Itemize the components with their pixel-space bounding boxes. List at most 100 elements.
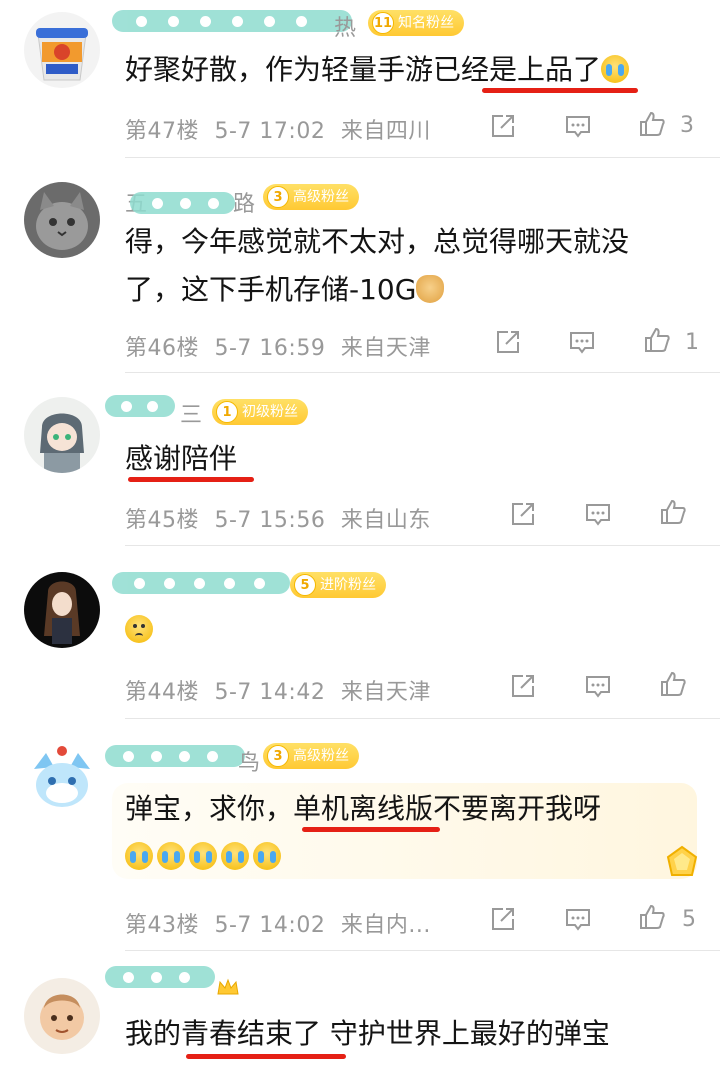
fan-badge[interactable]: 3 高级粉丝 (263, 743, 359, 769)
fan-badge[interactable]: 1 初级粉丝 (212, 399, 308, 425)
comment-meta: 第43楼 5-7 14:02 来自内... (125, 907, 431, 939)
fan-level: 3 (267, 186, 289, 208)
comment-location: 来自天津 (340, 336, 431, 361)
crying-emoji (189, 842, 217, 870)
doge-emoji (416, 275, 445, 303)
fan-level: 11 (372, 12, 394, 34)
red-underline (482, 88, 638, 93)
divider (125, 157, 720, 158)
comment-text: 感谢陪伴 (125, 442, 238, 475)
noodle-cup-avatar-icon (24, 12, 100, 88)
floor-number: 第45楼 (125, 508, 199, 533)
reply-icon[interactable] (564, 112, 592, 140)
reply-icon[interactable] (584, 672, 612, 700)
fan-badge[interactable]: 3 高级粉丝 (263, 184, 359, 210)
reply-icon[interactable] (568, 328, 596, 356)
share-icon[interactable] (489, 112, 517, 140)
share-icon[interactable] (509, 672, 537, 700)
avatar[interactable] (24, 397, 100, 473)
comment-date: 5-7 14:02 (214, 913, 326, 938)
dark-avatar-icon (24, 572, 100, 648)
cat-avatar-icon (24, 182, 100, 258)
fan-badge-label: 知名粉丝 (398, 15, 454, 31)
comment-meta: 第46楼 5-7 16:59 来自天津 (125, 330, 431, 362)
username[interactable] (105, 745, 245, 767)
comment-meta: 第45楼 5-7 15:56 来自山东 (125, 502, 431, 534)
divider (125, 372, 720, 373)
username-tail: 路 (233, 192, 256, 217)
comment-date: 5-7 15:56 (214, 508, 326, 533)
avatar[interactable] (24, 182, 100, 258)
floor-number: 第46楼 (125, 336, 199, 361)
fox-avatar-icon (24, 743, 100, 819)
comment-42: 我的青春结束了 守护世界上最好的弹宝 (0, 960, 720, 1076)
comment-date: 5-7 14:42 (214, 680, 326, 705)
fan-badge[interactable]: 11 知名粉丝 (368, 10, 464, 36)
like-count: 3 (680, 113, 694, 138)
crying-emoji (125, 842, 153, 870)
share-icon[interactable] (489, 905, 517, 933)
gem-icon (666, 845, 698, 876)
reply-icon[interactable] (584, 500, 612, 528)
crying-emoji (253, 842, 281, 870)
like-icon[interactable] (643, 326, 671, 354)
comment-46: 五 路 3 高级粉丝 得，今年感觉就不太对，总觉得哪天就没 了，这下手机存储-1… (0, 170, 720, 373)
crown-icon (217, 978, 239, 995)
fan-badge-label: 高级粉丝 (293, 189, 349, 205)
username[interactable] (130, 192, 235, 214)
username-tail: 热 (334, 16, 357, 41)
comment-text: 好聚好散，作为轻量手游已经是上品了 (125, 46, 633, 94)
anime-avatar-icon (24, 397, 100, 473)
baby-avatar-icon (24, 978, 100, 1054)
like-icon[interactable] (659, 670, 687, 698)
divider (125, 545, 720, 546)
comment-date: 5-7 17:02 (214, 119, 326, 144)
fan-badge-label: 初级粉丝 (242, 404, 298, 420)
comment-text: 我的青春结束了 守护世界上最好的弹宝 (125, 1017, 610, 1050)
comment-text: 得，今年感觉就不太对，总觉得哪天就没 了，这下手机存储-10G (125, 225, 630, 306)
worried-emoji (125, 615, 153, 643)
fan-level: 1 (216, 401, 238, 423)
crying-emoji (601, 55, 630, 83)
avatar[interactable] (24, 12, 100, 88)
divider (125, 718, 720, 719)
avatar[interactable] (24, 572, 100, 648)
red-underline (302, 827, 440, 832)
share-icon[interactable] (509, 500, 537, 528)
fan-badge[interactable]: 5 进阶粉丝 (290, 572, 386, 598)
like-icon[interactable] (659, 498, 687, 526)
fan-level: 3 (267, 745, 289, 767)
username[interactable] (112, 10, 352, 32)
reply-icon[interactable] (564, 905, 592, 933)
red-underline (128, 477, 254, 482)
comment-date: 5-7 16:59 (214, 336, 326, 361)
username-tail: 三 (180, 403, 203, 428)
comment-location: 来自四川 (340, 119, 431, 144)
floor-number: 第47楼 (125, 119, 199, 144)
like-icon[interactable] (638, 110, 666, 138)
avatar[interactable] (24, 978, 100, 1054)
username-tail: 鸟 (238, 751, 261, 776)
username[interactable] (105, 395, 175, 417)
divider (125, 950, 720, 951)
comment-text: 弹宝，求你，单机离线版不要离开我呀 (125, 785, 601, 881)
share-icon[interactable] (494, 328, 522, 356)
floor-number: 第43楼 (125, 913, 199, 938)
avatar[interactable] (24, 743, 100, 819)
fan-badge-label: 高级粉丝 (293, 748, 349, 764)
comment-47: 热 11 知名粉丝 好聚好散，作为轻量手游已经是上品了 第47楼 5-7 17:… (0, 0, 720, 158)
fan-badge-label: 进阶粉丝 (320, 577, 376, 593)
comment-text (125, 606, 157, 654)
comment-location: 来自内... (340, 913, 431, 938)
username[interactable] (105, 966, 215, 988)
like-count: 1 (685, 330, 699, 355)
comment-meta: 第44楼 5-7 14:42 来自天津 (125, 674, 431, 706)
like-count: 5 (682, 907, 696, 932)
like-icon[interactable] (638, 903, 666, 931)
fan-level: 5 (294, 574, 316, 596)
floor-number: 第44楼 (125, 680, 199, 705)
username[interactable] (112, 572, 290, 594)
comment-meta: 第47楼 5-7 17:02 来自四川 (125, 113, 431, 145)
comment-location: 来自山东 (340, 508, 431, 533)
comment-location: 来自天津 (340, 680, 431, 705)
